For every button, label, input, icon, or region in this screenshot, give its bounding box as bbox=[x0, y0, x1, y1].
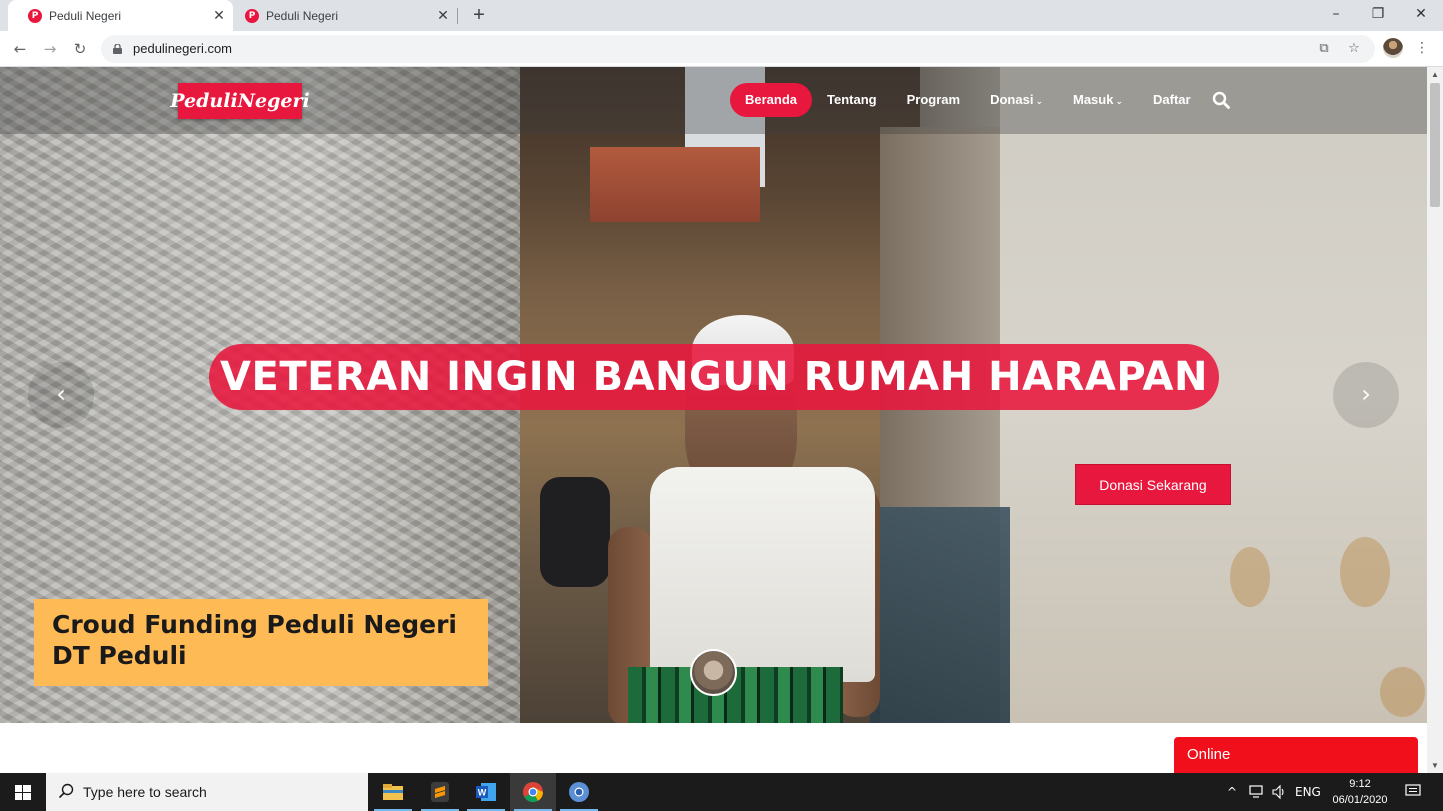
nav-masuk[interactable]: Masuk ⌄ bbox=[1058, 83, 1138, 117]
chrome-alt-icon[interactable] bbox=[556, 773, 602, 811]
close-tab-icon[interactable]: ✕ bbox=[211, 7, 227, 24]
search-icon[interactable] bbox=[1212, 91, 1230, 109]
profile-avatar[interactable] bbox=[1383, 38, 1403, 58]
svg-text:W: W bbox=[478, 788, 487, 798]
sublime-icon bbox=[431, 782, 449, 802]
chevron-down-icon: ⌄ bbox=[1035, 97, 1043, 107]
search-icon bbox=[58, 783, 74, 799]
favicon-icon: P bbox=[28, 8, 42, 23]
menu-icon[interactable]: ⋮ bbox=[1414, 38, 1430, 58]
taskbar-search-placeholder: Type here to search bbox=[83, 784, 207, 800]
tab-title: Peduli Negeri bbox=[266, 8, 339, 23]
nav-program[interactable]: Program bbox=[892, 83, 975, 117]
plus-icon[interactable]: + bbox=[468, 4, 490, 26]
network-icon[interactable] bbox=[1249, 784, 1265, 800]
nav-beranda[interactable]: Beranda bbox=[730, 83, 813, 117]
scroll-up-icon[interactable]: ▲ bbox=[1431, 70, 1439, 79]
close-window-button[interactable]: ✕ bbox=[1399, 0, 1443, 31]
browser-tab[interactable]: P Peduli Negeri ✕ bbox=[233, 0, 457, 31]
slide-thumbnail[interactable] bbox=[690, 649, 737, 696]
nav-label: Tentang bbox=[827, 92, 877, 107]
page-scrollbar[interactable]: ▲ ▼ bbox=[1427, 67, 1443, 773]
back-button[interactable]: ← bbox=[9, 38, 31, 60]
nav-tentang[interactable]: Tentang bbox=[812, 83, 892, 117]
nav-label: Donasi bbox=[990, 92, 1034, 107]
lock-icon bbox=[113, 44, 122, 54]
browser-tab-bar: P Peduli Negeri ✕ P Peduli Negeri ✕ + – … bbox=[0, 0, 1443, 31]
maximize-button[interactable]: ❐ bbox=[1356, 0, 1400, 31]
hero-background bbox=[870, 507, 1010, 723]
omnibox[interactable]: pedulinegeri.com ⧉ ☆ bbox=[101, 35, 1375, 63]
close-tab-icon[interactable]: ✕ bbox=[435, 7, 451, 24]
language-indicator[interactable]: ENG bbox=[1295, 773, 1321, 811]
main-nav: Beranda Tentang Program Donasi ⌄ Masuk ⌄ D… bbox=[730, 83, 1206, 117]
taskbar-search[interactable]: Type here to search bbox=[46, 773, 368, 811]
tab-title: Peduli Negeri bbox=[49, 8, 122, 23]
word-icon[interactable]: W bbox=[463, 773, 509, 811]
caption-line: DT Peduli bbox=[52, 641, 187, 670]
nav-label: Masuk bbox=[1072, 92, 1114, 107]
hero-background bbox=[540, 477, 610, 587]
windows-start-icon[interactable] bbox=[0, 773, 46, 811]
notification-icon[interactable] bbox=[1405, 784, 1421, 798]
scrollbar-thumb[interactable] bbox=[1430, 83, 1440, 207]
clock-date: 06/01/2020 bbox=[1332, 794, 1388, 806]
word-app-icon: W bbox=[476, 783, 496, 801]
translate-icon[interactable]: ⧉ bbox=[1315, 40, 1333, 58]
folder-icon bbox=[383, 784, 403, 800]
hero-background bbox=[590, 147, 760, 222]
reload-button[interactable]: ↻ bbox=[69, 38, 91, 60]
url-text[interactable]: pedulinegeri.com bbox=[133, 41, 232, 56]
chrome-app-icon bbox=[569, 782, 589, 802]
chevron-down-icon: ⌄ bbox=[1115, 97, 1123, 107]
online-chat-tab[interactable]: Online bbox=[1174, 737, 1418, 773]
clock-time: 9:12 bbox=[1349, 778, 1371, 790]
nav-donasi[interactable]: Donasi ⌄ bbox=[975, 83, 1058, 117]
taskbar: Type here to search W ^ ENG 9:12 06/01/2… bbox=[0, 773, 1443, 811]
hero-background bbox=[1380, 667, 1425, 717]
nav-label: Program bbox=[906, 92, 961, 107]
hero-background bbox=[1340, 537, 1390, 607]
hero-slider: VETERAN INGIN BANGUN RUMAH HARAPAN Donas… bbox=[0, 67, 1427, 723]
minimize-button[interactable]: – bbox=[1314, 0, 1358, 31]
nav-label: Daftar bbox=[1153, 92, 1191, 107]
prev-slide-button[interactable]: ‹ bbox=[28, 362, 94, 428]
file-explorer-icon[interactable] bbox=[370, 773, 416, 811]
slide-title: VETERAN INGIN BANGUN RUMAH HARAPAN bbox=[209, 344, 1219, 410]
caption-line: Croud Funding Peduli Negeri bbox=[52, 610, 457, 639]
nav-daftar[interactable]: Daftar bbox=[1138, 83, 1206, 117]
slide-caption: Croud Funding Peduli Negeri DT Peduli bbox=[34, 599, 488, 686]
browser-tab-active[interactable]: P Peduli Negeri ✕ bbox=[8, 0, 233, 31]
star-icon[interactable]: ☆ bbox=[1345, 40, 1363, 58]
hero-background bbox=[1230, 547, 1270, 607]
site-header: PeduliNegeri Beranda Tentang Program Don… bbox=[0, 67, 1427, 134]
chrome-app-icon bbox=[523, 782, 544, 803]
chrome-icon[interactable] bbox=[510, 773, 556, 811]
favicon-icon: P bbox=[245, 8, 259, 23]
next-slide-button[interactable]: › bbox=[1333, 362, 1399, 428]
donate-now-button[interactable]: Donasi Sekarang bbox=[1075, 464, 1231, 505]
hero-background bbox=[650, 467, 875, 682]
system-clock[interactable]: 9:12 06/01/2020 bbox=[1330, 776, 1390, 808]
tab-divider bbox=[457, 8, 458, 24]
volume-icon[interactable] bbox=[1271, 784, 1287, 800]
sublime-text-icon[interactable] bbox=[417, 773, 463, 811]
tray-chevron-icon[interactable]: ^ bbox=[1227, 773, 1237, 811]
scroll-down-icon[interactable]: ▼ bbox=[1431, 761, 1439, 770]
forward-button[interactable]: → bbox=[39, 38, 61, 60]
address-bar: ← → ↻ pedulinegeri.com ⧉ ☆ bbox=[0, 31, 1443, 67]
nav-label: Beranda bbox=[745, 92, 798, 107]
site-logo[interactable]: PeduliNegeri bbox=[170, 83, 310, 119]
page-viewport: VETERAN INGIN BANGUN RUMAH HARAPAN Donas… bbox=[0, 67, 1427, 773]
